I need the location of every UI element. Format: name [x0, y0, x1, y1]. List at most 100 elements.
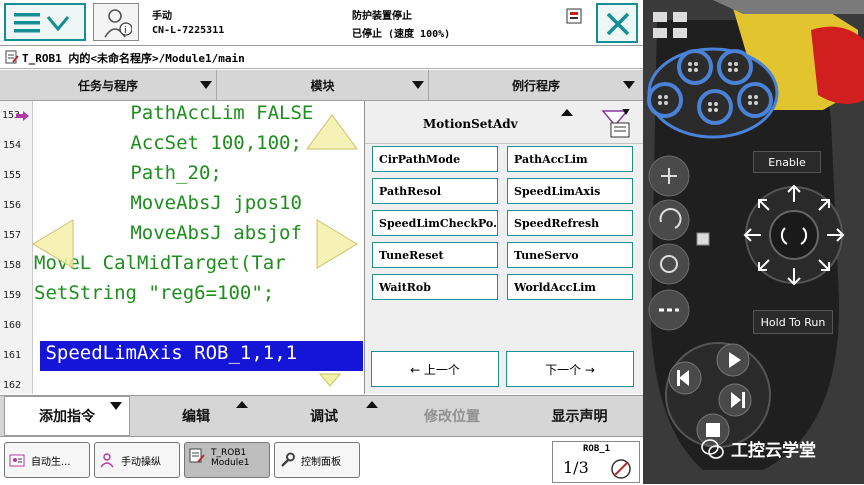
panel-header: MotionSetAdv	[365, 107, 644, 144]
dropdown-arrow-icon	[200, 81, 212, 89]
code-line[interactable]: SetString "reg6=100";	[34, 282, 274, 304]
code-line[interactable]: PathAccLim FALSE	[96, 102, 313, 124]
top-bar: i 手动 CN-L-7225311 防护装置停止 已停止 (速度 100%)	[0, 0, 643, 46]
instruction-button-pathacclim[interactable]: PathAccLim	[507, 146, 633, 172]
scroll-up-arrow-icon[interactable]	[305, 113, 359, 151]
usb-port-icon	[696, 232, 710, 246]
programmable-keys[interactable]	[643, 45, 783, 150]
instruction-button-speedrefresh[interactable]: SpeedRefresh	[507, 210, 633, 236]
wrench-icon	[281, 452, 295, 467]
instruction-button-tunereset[interactable]: TuneReset	[372, 242, 498, 268]
enable-label: Enable	[768, 155, 806, 169]
line-number: 154	[3, 140, 22, 151]
edit-button[interactable]: 编辑	[132, 396, 260, 436]
taskbar-item-auto-production[interactable]: 自动生...	[4, 442, 90, 478]
operator-info-icon: i	[104, 9, 132, 38]
event-log-icon[interactable]	[566, 8, 582, 24]
taskbar-item-label: 手动操纵	[121, 456, 161, 468]
menu-up-arrow-icon	[236, 401, 248, 408]
category-filter-icon[interactable]	[601, 109, 633, 139]
instruction-button-tuneservo[interactable]: TuneServo	[507, 242, 633, 268]
debug-label: 调试	[310, 409, 338, 425]
tab-bar: 任务与程序 模块 例行程序	[0, 70, 643, 101]
hamburger-menu-icon	[14, 13, 70, 33]
next-page-button[interactable]: 下一个 →	[506, 351, 634, 387]
program-path: T_ROB1 内的<未命名程序>/Module1/main	[22, 52, 245, 65]
controller-name: CN-L-7225311	[152, 25, 225, 36]
collapse-arrow-icon[interactable]	[561, 109, 573, 116]
line-number: 155	[3, 170, 22, 181]
wechat-logo-icon	[701, 439, 724, 459]
user-button[interactable]: i	[93, 3, 139, 41]
code-line[interactable]: MoveAbsJ jpos10	[96, 192, 302, 214]
edit-label: 编辑	[182, 409, 210, 425]
instruction-button-pathresol[interactable]: PathResol	[372, 178, 498, 204]
dropdown-arrow-icon	[623, 81, 635, 89]
taskbar-item-control-panel[interactable]: 控制面板	[274, 442, 360, 478]
instruction-button-speedlimaxis[interactable]: SpeedLimAxis	[507, 178, 633, 204]
taskbar: 自动生... 手动操纵 T_ROB1 Module1 控制面板 ROB_1 1/…	[0, 436, 643, 485]
taskbar-item-sublabel: Module1	[211, 458, 250, 468]
hold-to-run-label: Hold To Run	[760, 315, 826, 329]
bottom-toolbar: 添加指令 编辑 调试 修改位置 显示声明	[0, 395, 643, 436]
tab-label: 例行程序	[511, 78, 560, 93]
show-declaration-label: 显示声明	[551, 409, 608, 425]
breadcrumb: T_ROB1 内的<未命名程序>/Module1/main	[0, 46, 643, 69]
taskbar-item-label: 控制面板	[301, 456, 341, 468]
svg-text:i: i	[124, 26, 127, 36]
dropdown-arrow-icon	[110, 402, 122, 410]
robot-name: ROB_1	[583, 444, 611, 454]
tab-tasks-programs[interactable]: 任务与程序	[0, 70, 217, 100]
previous-page-button[interactable]: ← 上一个	[371, 351, 499, 387]
debug-button[interactable]: 调试	[260, 396, 388, 436]
add-instruction-button[interactable]: 添加指令	[4, 396, 130, 436]
line-number: 160	[3, 320, 22, 331]
close-button[interactable]	[596, 3, 638, 43]
line-number: 156	[3, 200, 22, 211]
taskbar-item-label: 自动生...	[31, 456, 71, 468]
scroll-right-arrow-icon[interactable]	[315, 218, 359, 270]
instruction-button-speedlimcheckpoint[interactable]: SpeedLimCheckPo.	[372, 210, 498, 236]
tab-label: 模块	[310, 78, 335, 93]
taskbar-item-label: T_ROB1	[211, 448, 247, 458]
production-window-icon	[9, 454, 25, 467]
line-number: 158	[3, 260, 22, 271]
panel-title: MotionSetAdv	[423, 117, 518, 131]
modify-position-label: 修改位置	[424, 409, 480, 425]
instruction-picker-panel: MotionSetAdv CirPathMode PathAccLim Path…	[364, 101, 644, 394]
mode-text: 手动	[152, 11, 172, 22]
dropdown-arrow-icon	[412, 81, 424, 89]
code-line-selected[interactable]: SpeedLimAxis ROB_1,1,1	[34, 342, 297, 364]
flexpendant-hardware: Enable Hold To Run 工控云学堂	[643, 0, 864, 484]
instruction-button-waitrob[interactable]: WaitRob	[372, 274, 498, 300]
line-number: 162	[3, 380, 22, 391]
safety-status: 防护装置停止	[352, 11, 412, 22]
line-number: 157	[3, 230, 22, 241]
code-line[interactable]: AccSet 100,100;	[96, 132, 302, 154]
code-line[interactable]: Path_20;	[96, 162, 222, 184]
modify-position-button[interactable]: 修改位置	[388, 396, 516, 436]
add-instruction-label: 添加指令	[39, 409, 95, 425]
joystick[interactable]	[739, 180, 849, 290]
quickset-robot-status[interactable]: ROB_1 1/3	[552, 441, 640, 483]
instruction-button-cirpathmode[interactable]: CirPathMode	[372, 146, 498, 172]
watermark-text: 工控云学堂	[731, 441, 816, 461]
scroll-left-arrow-icon[interactable]	[31, 218, 75, 270]
main-menu-button[interactable]	[4, 3, 86, 41]
instruction-button-worldacclim[interactable]: WorldAccLim	[507, 274, 633, 300]
tab-label: 任务与程序	[77, 78, 138, 93]
tab-routines[interactable]: 例行程序	[429, 70, 643, 100]
enable-button[interactable]: Enable	[753, 151, 821, 173]
program-pointer-icon	[16, 111, 29, 121]
taskbar-item-program-editor[interactable]: T_ROB1 Module1	[184, 442, 270, 478]
code-line[interactable]: MoveAbsJ absjof	[96, 222, 302, 244]
show-declaration-button[interactable]: 显示声明	[516, 396, 643, 436]
scroll-down-arrow-icon[interactable]	[318, 372, 342, 388]
system-icons	[653, 12, 687, 38]
program-editor-icon	[5, 50, 19, 64]
program-editor-icon	[189, 448, 205, 463]
motion-mode-keys[interactable]	[647, 150, 695, 350]
speed-fraction: 1/3	[563, 458, 589, 477]
tab-modules[interactable]: 模块	[217, 70, 429, 100]
taskbar-item-jogging[interactable]: 手动操纵	[94, 442, 180, 478]
